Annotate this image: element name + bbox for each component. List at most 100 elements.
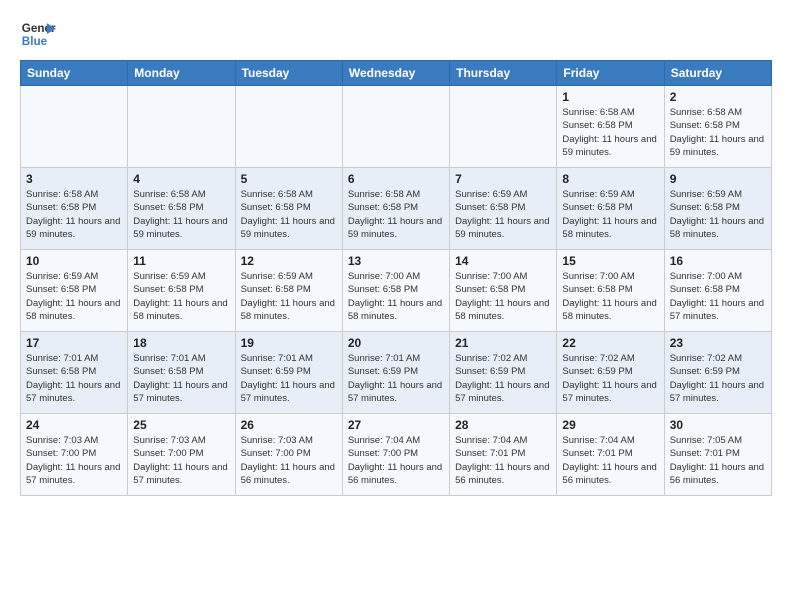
day-info: Sunrise: 6:59 AMSunset: 6:58 PMDaylight:… [133,270,229,323]
calendar-cell: 23 Sunrise: 7:02 AMSunset: 6:59 PMDayligh… [664,332,771,414]
day-number: 7 [455,172,551,186]
day-number: 4 [133,172,229,186]
day-number: 20 [348,336,444,350]
day-info: Sunrise: 7:04 AMSunset: 7:01 PMDaylight:… [455,434,551,487]
calendar-cell: 20 Sunrise: 7:01 AMSunset: 6:59 PMDayligh… [342,332,449,414]
weekday-header-friday: Friday [557,61,664,86]
calendar-table: SundayMondayTuesdayWednesdayThursdayFrid… [20,60,772,496]
calendar-cell: 17Sunrise: 7:01 AMSunset: 6:58 PMDayligh… [21,332,128,414]
day-number: 30 [670,418,766,432]
day-number: 14 [455,254,551,268]
calendar-cell: 24 Sunrise: 7:03 AMSunset: 7:00 PMDayligh… [21,414,128,496]
calendar-cell: 26 Sunrise: 7:03 AMSunset: 7:00 PMDayligh… [235,414,342,496]
logo: General Blue [20,16,56,52]
week-row-5: 24 Sunrise: 7:03 AMSunset: 7:00 PMDayligh… [21,414,772,496]
weekday-header-sunday: Sunday [21,61,128,86]
page-header: General Blue [20,16,772,52]
day-info: Sunrise: 7:04 AMSunset: 7:00 PMDaylight:… [348,434,444,487]
day-number: 18 [133,336,229,350]
day-number: 8 [562,172,658,186]
day-info: Sunrise: 7:01 AMSunset: 6:58 PMDaylight:… [26,352,122,405]
calendar-cell: 5Sunrise: 6:58 AMSunset: 6:58 PMDaylight… [235,168,342,250]
weekday-header-monday: Monday [128,61,235,86]
day-number: 24 [26,418,122,432]
calendar-cell: 19Sunrise: 7:01 AMSunset: 6:59 PMDayligh… [235,332,342,414]
weekday-header-saturday: Saturday [664,61,771,86]
weekday-header-thursday: Thursday [450,61,557,86]
day-info: Sunrise: 7:00 AMSunset: 6:58 PMDaylight:… [670,270,766,323]
day-info: Sunrise: 6:58 AMSunset: 6:58 PMDaylight:… [133,188,229,241]
day-number: 2 [670,90,766,104]
calendar-cell [235,86,342,168]
calendar-cell: 6Sunrise: 6:58 AMSunset: 6:58 PMDaylight… [342,168,449,250]
day-info: Sunrise: 7:04 AMSunset: 7:01 PMDaylight:… [562,434,658,487]
day-info: Sunrise: 6:59 AMSunset: 6:58 PMDaylight:… [455,188,551,241]
calendar-cell: 18 Sunrise: 7:01 AMSunset: 6:58 PMDayligh… [128,332,235,414]
day-info: Sunrise: 6:59 AMSunset: 6:58 PMDaylight:… [241,270,337,323]
calendar-cell: 9 Sunrise: 6:59 AMSunset: 6:58 PMDaylight… [664,168,771,250]
calendar-cell [450,86,557,168]
day-info: Sunrise: 7:01 AMSunset: 6:59 PMDaylight:… [348,352,444,405]
day-number: 11 [133,254,229,268]
day-number: 3 [26,172,122,186]
calendar-cell: 16 Sunrise: 7:00 AMSunset: 6:58 PMDayligh… [664,250,771,332]
week-row-2: 3 Sunrise: 6:58 AMSunset: 6:58 PMDaylight… [21,168,772,250]
day-number: 26 [241,418,337,432]
day-number: 21 [455,336,551,350]
calendar-cell: 1Sunrise: 6:58 AMSunset: 6:58 PMDaylight… [557,86,664,168]
week-row-3: 10 Sunrise: 6:59 AMSunset: 6:58 PMDayligh… [21,250,772,332]
calendar-cell: 2Sunrise: 6:58 AMSunset: 6:58 PMDaylight… [664,86,771,168]
calendar-cell [21,86,128,168]
day-info: Sunrise: 7:03 AMSunset: 7:00 PMDaylight:… [26,434,122,487]
calendar-cell: 15Sunrise: 7:00 AMSunset: 6:58 PMDayligh… [557,250,664,332]
day-number: 9 [670,172,766,186]
logo-icon: General Blue [20,16,56,52]
calendar-cell: 14 Sunrise: 7:00 AMSunset: 6:58 PMDayligh… [450,250,557,332]
weekday-header-tuesday: Tuesday [235,61,342,86]
day-info: Sunrise: 6:58 AMSunset: 6:58 PMDaylight:… [26,188,122,241]
weekday-header-row: SundayMondayTuesdayWednesdayThursdayFrid… [21,61,772,86]
day-info: Sunrise: 6:58 AMSunset: 6:58 PMDaylight:… [348,188,444,241]
day-number: 27 [348,418,444,432]
day-info: Sunrise: 6:59 AMSunset: 6:58 PMDaylight:… [670,188,766,241]
calendar-cell: 8Sunrise: 6:59 AMSunset: 6:58 PMDaylight… [557,168,664,250]
day-number: 10 [26,254,122,268]
calendar-cell: 11 Sunrise: 6:59 AMSunset: 6:58 PMDayligh… [128,250,235,332]
calendar-cell: 27 Sunrise: 7:04 AMSunset: 7:00 PMDayligh… [342,414,449,496]
day-number: 15 [562,254,658,268]
day-number: 1 [562,90,658,104]
calendar-cell: 7 Sunrise: 6:59 AMSunset: 6:58 PMDaylight… [450,168,557,250]
day-number: 16 [670,254,766,268]
calendar-cell: 10 Sunrise: 6:59 AMSunset: 6:58 PMDayligh… [21,250,128,332]
calendar-cell: 3 Sunrise: 6:58 AMSunset: 6:58 PMDaylight… [21,168,128,250]
calendar-cell: 12 Sunrise: 6:59 AMSunset: 6:58 PMDayligh… [235,250,342,332]
day-number: 5 [241,172,337,186]
day-info: Sunrise: 7:02 AMSunset: 6:59 PMDaylight:… [455,352,551,405]
calendar-cell: 25 Sunrise: 7:03 AMSunset: 7:00 PMDayligh… [128,414,235,496]
day-info: Sunrise: 7:02 AMSunset: 6:59 PMDaylight:… [670,352,766,405]
day-number: 25 [133,418,229,432]
week-row-4: 17Sunrise: 7:01 AMSunset: 6:58 PMDayligh… [21,332,772,414]
day-number: 13 [348,254,444,268]
calendar-cell: 22Sunrise: 7:02 AMSunset: 6:59 PMDayligh… [557,332,664,414]
day-info: Sunrise: 7:03 AMSunset: 7:00 PMDaylight:… [241,434,337,487]
day-number: 22 [562,336,658,350]
calendar-page: General Blue SundayMondayTuesdayWednesda… [0,0,792,512]
day-info: Sunrise: 7:00 AMSunset: 6:58 PMDaylight:… [455,270,551,323]
calendar-cell: 21 Sunrise: 7:02 AMSunset: 6:59 PMDayligh… [450,332,557,414]
calendar-cell [128,86,235,168]
calendar-cell: 28Sunrise: 7:04 AMSunset: 7:01 PMDayligh… [450,414,557,496]
day-info: Sunrise: 7:01 AMSunset: 6:59 PMDaylight:… [241,352,337,405]
calendar-cell [342,86,449,168]
calendar-cell: 30 Sunrise: 7:05 AMSunset: 7:01 PMDayligh… [664,414,771,496]
day-info: Sunrise: 7:00 AMSunset: 6:58 PMDaylight:… [348,270,444,323]
day-info: Sunrise: 7:03 AMSunset: 7:00 PMDaylight:… [133,434,229,487]
day-number: 23 [670,336,766,350]
day-info: Sunrise: 7:01 AMSunset: 6:58 PMDaylight:… [133,352,229,405]
day-info: Sunrise: 7:05 AMSunset: 7:01 PMDaylight:… [670,434,766,487]
week-row-1: 1Sunrise: 6:58 AMSunset: 6:58 PMDaylight… [21,86,772,168]
weekday-header-wednesday: Wednesday [342,61,449,86]
day-number: 12 [241,254,337,268]
day-number: 29 [562,418,658,432]
day-info: Sunrise: 6:59 AMSunset: 6:58 PMDaylight:… [26,270,122,323]
